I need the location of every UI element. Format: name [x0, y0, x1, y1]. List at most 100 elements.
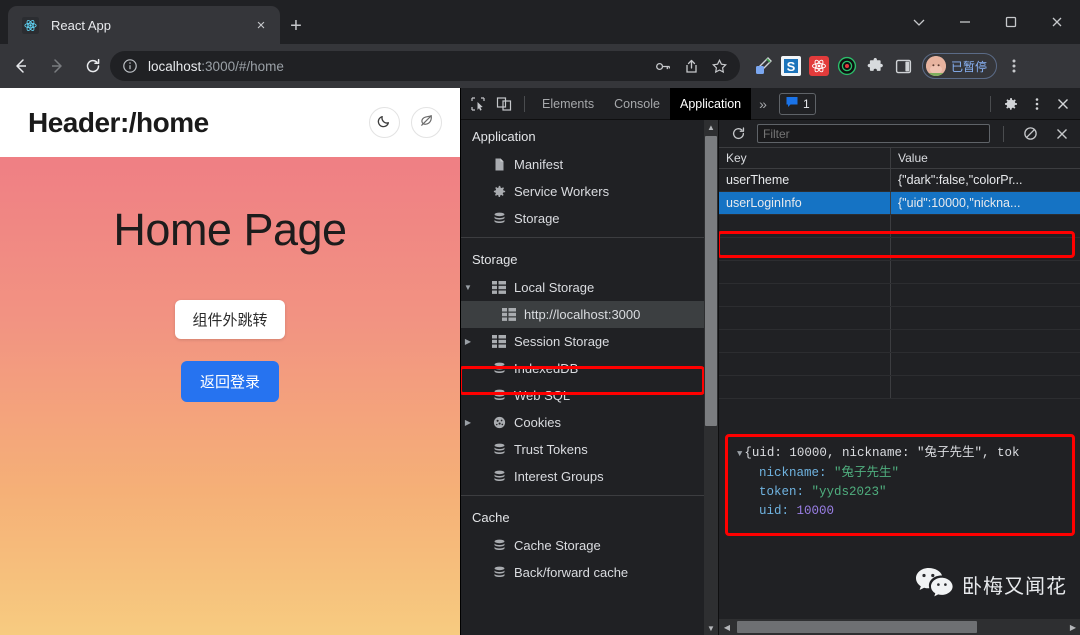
title-bar: React App × +	[0, 0, 1080, 44]
reload-button[interactable]	[78, 51, 108, 81]
table-empty-row[interactable]	[719, 261, 1080, 284]
sidebar-item-interest-groups[interactable]: Interest Groups	[461, 463, 718, 490]
kebab-menu-icon[interactable]	[1001, 53, 1027, 79]
tab-console[interactable]: Console	[604, 88, 670, 120]
scroll-left-arrow[interactable]: ◀	[719, 619, 735, 635]
dark-mode-toggle[interactable]	[369, 107, 400, 138]
table-empty-row[interactable]	[719, 284, 1080, 307]
column-header-key[interactable]: Key	[719, 148, 891, 168]
back-button[interactable]	[6, 51, 36, 81]
close-icon[interactable]: ×	[250, 14, 272, 36]
browser-toolbar: localhost:3000/#/home S 已暂停	[0, 44, 1080, 88]
inspect-cursor-icon[interactable]	[465, 91, 491, 117]
more-tabs-button[interactable]: »	[751, 88, 775, 120]
sidebar-scrollbar[interactable]: ▲ ▼	[704, 120, 718, 635]
sidebar-section-application: Application	[472, 129, 536, 144]
scroll-right-arrow[interactable]: ▶	[1065, 619, 1080, 635]
preview-row-nickname: nickname: "兔子先生"	[737, 464, 1063, 483]
bookmark-star-icon[interactable]	[706, 53, 732, 79]
address-bar[interactable]: localhost:3000/#/home	[110, 51, 740, 81]
sidebar-item-back-forward-cache[interactable]: Back/forward cache	[461, 559, 718, 586]
scroll-up-arrow[interactable]: ▲	[704, 120, 718, 134]
refresh-icon[interactable]	[725, 121, 751, 147]
sidebar-item-label: Cache Storage	[514, 538, 601, 553]
sidebar-item-localhost-3000[interactable]: http://localhost:3000	[461, 301, 718, 328]
browser-tab[interactable]: React App ×	[8, 6, 280, 44]
close-icon[interactable]	[1050, 91, 1076, 117]
back-to-login-button[interactable]: 返回登录	[180, 361, 279, 402]
cell-key: userLoginInfo	[719, 192, 891, 214]
close-icon[interactable]	[1034, 0, 1080, 44]
key-icon[interactable]	[650, 53, 676, 79]
info-circle-icon[interactable]	[122, 58, 138, 74]
sidebar-item-session-storage[interactable]: ▶ Session Storage	[461, 328, 718, 355]
puzzle-icon[interactable]	[862, 53, 888, 79]
table-empty-row[interactable]	[719, 238, 1080, 261]
preview-summary-mid: , nickname:	[826, 446, 917, 460]
forward-button[interactable]	[42, 51, 72, 81]
devtools-right-controls	[983, 91, 1080, 117]
preview-value: "兔子先生"	[834, 466, 900, 480]
table-row[interactable]: userTheme {"dark":false,"colorPr...	[719, 169, 1080, 192]
avatar-icon	[926, 56, 946, 76]
sidebar-item-cookies[interactable]: ▶ Cookies	[461, 409, 718, 436]
gear-icon	[489, 184, 509, 199]
react-devtools-icon[interactable]	[806, 53, 832, 79]
navigate-outside-button[interactable]: 组件外跳转	[175, 300, 285, 339]
no-entry-icon[interactable]	[1017, 121, 1043, 147]
clear-all-icon[interactable]	[1049, 121, 1075, 147]
manifest-file-icon	[489, 157, 509, 172]
tab-application[interactable]: Application	[669, 87, 752, 120]
new-tab-button[interactable]: +	[282, 12, 310, 40]
pane-horizontal-scrollbar[interactable]: ◀ ▶	[719, 619, 1080, 635]
column-header-value[interactable]: Value	[891, 148, 1080, 168]
chevron-right-icon[interactable]: ▶	[461, 418, 475, 427]
sidebar-item-trust-tokens[interactable]: Trust Tokens	[461, 436, 718, 463]
maximize-icon[interactable]	[988, 0, 1034, 44]
filter-input[interactable]	[757, 124, 990, 143]
sidepanel-icon[interactable]	[890, 53, 916, 79]
scroll-down-arrow[interactable]: ▼	[704, 621, 718, 635]
devtools-panel: Elements Console Application » 1 Applica…	[460, 87, 1080, 635]
chevron-down-icon[interactable]: ▼	[737, 449, 742, 459]
gear-icon[interactable]	[998, 91, 1024, 117]
minimize-icon[interactable]	[942, 0, 988, 44]
preview-summary-line[interactable]: ▼ {uid: 10000, nickname: "兔子先生", tok	[737, 444, 1063, 464]
table-empty-row[interactable]	[719, 307, 1080, 330]
toolbar-divider	[524, 95, 525, 112]
chevron-right-icon[interactable]: ▶	[461, 337, 475, 346]
sidebar-item-web-sql[interactable]: Web SQL	[461, 382, 718, 409]
sidebar-item-local-storage[interactable]: ▼ Local Storage	[461, 274, 718, 301]
storage-pane: Key Value userTheme {"dark":false,"color…	[719, 120, 1080, 635]
profile-pill[interactable]: 已暂停	[922, 53, 998, 79]
table-empty-row[interactable]	[719, 215, 1080, 238]
sidebar-item-manifest[interactable]: Manifest	[461, 151, 718, 178]
eco-toggle[interactable]	[411, 107, 442, 138]
sidebar-item-label: Interest Groups	[514, 469, 604, 484]
chevron-down-icon[interactable]	[896, 0, 942, 44]
kebab-menu-icon[interactable]	[1024, 91, 1050, 117]
database-icon	[489, 361, 509, 376]
table-empty-row[interactable]	[719, 376, 1080, 399]
sidebar-item-indexeddb[interactable]: IndexedDB	[461, 355, 718, 382]
tab-elements[interactable]: Elements	[532, 88, 604, 120]
sidebar-item-service-workers[interactable]: Service Workers	[461, 178, 718, 205]
target-icon[interactable]	[834, 53, 860, 79]
table-icon	[489, 281, 509, 294]
scrollbar-thumb[interactable]	[705, 136, 717, 426]
moon-icon	[376, 112, 393, 134]
table-empty-row[interactable]	[719, 330, 1080, 353]
sidebar-item-cache-storage[interactable]: Cache Storage	[461, 532, 718, 559]
sidebar-item-storage[interactable]: Storage	[461, 205, 718, 232]
sidebar-divider-2	[461, 495, 718, 496]
table-row[interactable]: userLoginInfo {"uid":10000,"nickna...	[719, 192, 1080, 215]
chevron-down-icon[interactable]: ▼	[461, 283, 475, 292]
hscrollbar-thumb[interactable]	[737, 621, 977, 633]
message-count-badge[interactable]: 1	[778, 92, 816, 115]
s-logo-icon[interactable]: S	[778, 53, 804, 79]
sidebar-item-label: IndexedDB	[514, 361, 579, 376]
table-empty-row[interactable]	[719, 353, 1080, 376]
device-toolbar-icon[interactable]	[491, 91, 517, 117]
eyedropper-icon[interactable]	[750, 53, 776, 79]
share-icon[interactable]	[678, 53, 704, 79]
